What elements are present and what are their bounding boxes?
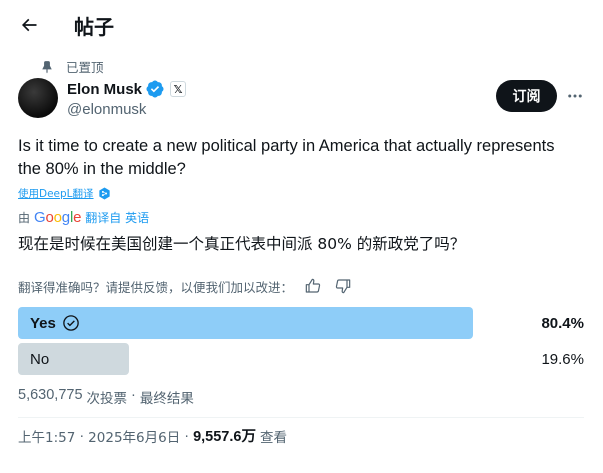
poll-option-no[interactable]: No 19.6%: [18, 343, 584, 375]
x-affiliation-badge-icon[interactable]: 𝕏: [170, 81, 187, 97]
subscribe-button[interactable]: 订阅: [496, 80, 557, 112]
timestamp-row: 上午1:57 · 2025年6月6日 · 9,557.6万 查看: [18, 425, 287, 446]
post-date[interactable]: 2025年6月6日: [88, 426, 180, 446]
pinned-indicator: 已置顶: [40, 57, 104, 76]
thumbs-up-button[interactable]: [303, 276, 323, 296]
poll-vote-count: 5,630,775: [18, 387, 83, 403]
translated-tweet-text: 现在是时候在美国创建一个真正代表中间派 80% 的新政党了吗？: [18, 235, 466, 253]
deepl-translate-label[interactable]: 使用DeepL翻译: [18, 186, 94, 201]
author-name-row: Elon Musk 𝕏: [67, 80, 187, 98]
deepl-icon: [98, 187, 110, 200]
translated-from-link[interactable]: 翻译自 英语: [85, 209, 149, 226]
pin-icon: [42, 60, 52, 73]
thumbs-down-icon: [335, 279, 351, 294]
meta-separator: ·: [184, 427, 190, 444]
verified-badge-icon[interactable]: [146, 80, 164, 98]
poll-votes-suffix: 次投票: [86, 391, 128, 407]
poll-option-text: No: [30, 350, 50, 368]
poll-percent-yes: 80.4%: [541, 314, 584, 332]
back-button[interactable]: [12, 8, 46, 42]
poll-separator: ·: [131, 387, 136, 403]
google-logo: Google: [34, 209, 82, 226]
author-name[interactable]: Elon Musk: [67, 81, 142, 98]
post-time[interactable]: 上午1:57: [18, 426, 75, 446]
google-translation-credit: 由 Google 翻译自 英语: [18, 209, 149, 226]
poll-status: 最终结果: [139, 391, 194, 407]
more-button[interactable]: [562, 83, 588, 109]
poll-option-yes[interactable]: Yes 80.4%: [18, 307, 584, 339]
arrow-left-icon: [21, 18, 37, 32]
check-circle-icon: [63, 315, 79, 331]
thumbs-down-button[interactable]: [333, 276, 353, 296]
poll-option-text: Yes: [30, 314, 56, 332]
poll-percent-no: 19.6%: [541, 350, 584, 368]
translation-feedback: 翻译得准确吗？请提供反馈，以便我们加以改进：: [18, 276, 353, 296]
divider: [18, 417, 584, 418]
view-suffix: 查看: [259, 429, 287, 446]
view-count: 9,557.6万: [193, 429, 256, 445]
poll-bar-yes: [18, 307, 473, 339]
more-horizontal-icon: [568, 94, 582, 98]
by-prefix: 由: [18, 211, 31, 225]
tweet-text: Is it time to create a new political par…: [18, 137, 555, 178]
poll-meta: 5,630,775 次投票 · 最终结果: [18, 387, 194, 407]
author-handle[interactable]: @elonmusk: [67, 101, 146, 118]
meta-separator: ·: [79, 427, 85, 444]
avatar[interactable]: [18, 78, 58, 118]
pinned-label: 已置顶: [66, 60, 104, 75]
poll-label-yes: Yes: [30, 307, 80, 339]
poll-label-no: No: [30, 343, 49, 375]
thumbs-up-icon: [305, 278, 321, 293]
page-title: 帖子: [74, 15, 114, 39]
top-bar: 帖子: [0, 0, 603, 50]
feedback-prompt: 翻译得准确吗？请提供反馈，以便我们加以改进：: [18, 279, 294, 295]
deepl-translate-link[interactable]: 使用DeepL翻译: [18, 186, 111, 201]
